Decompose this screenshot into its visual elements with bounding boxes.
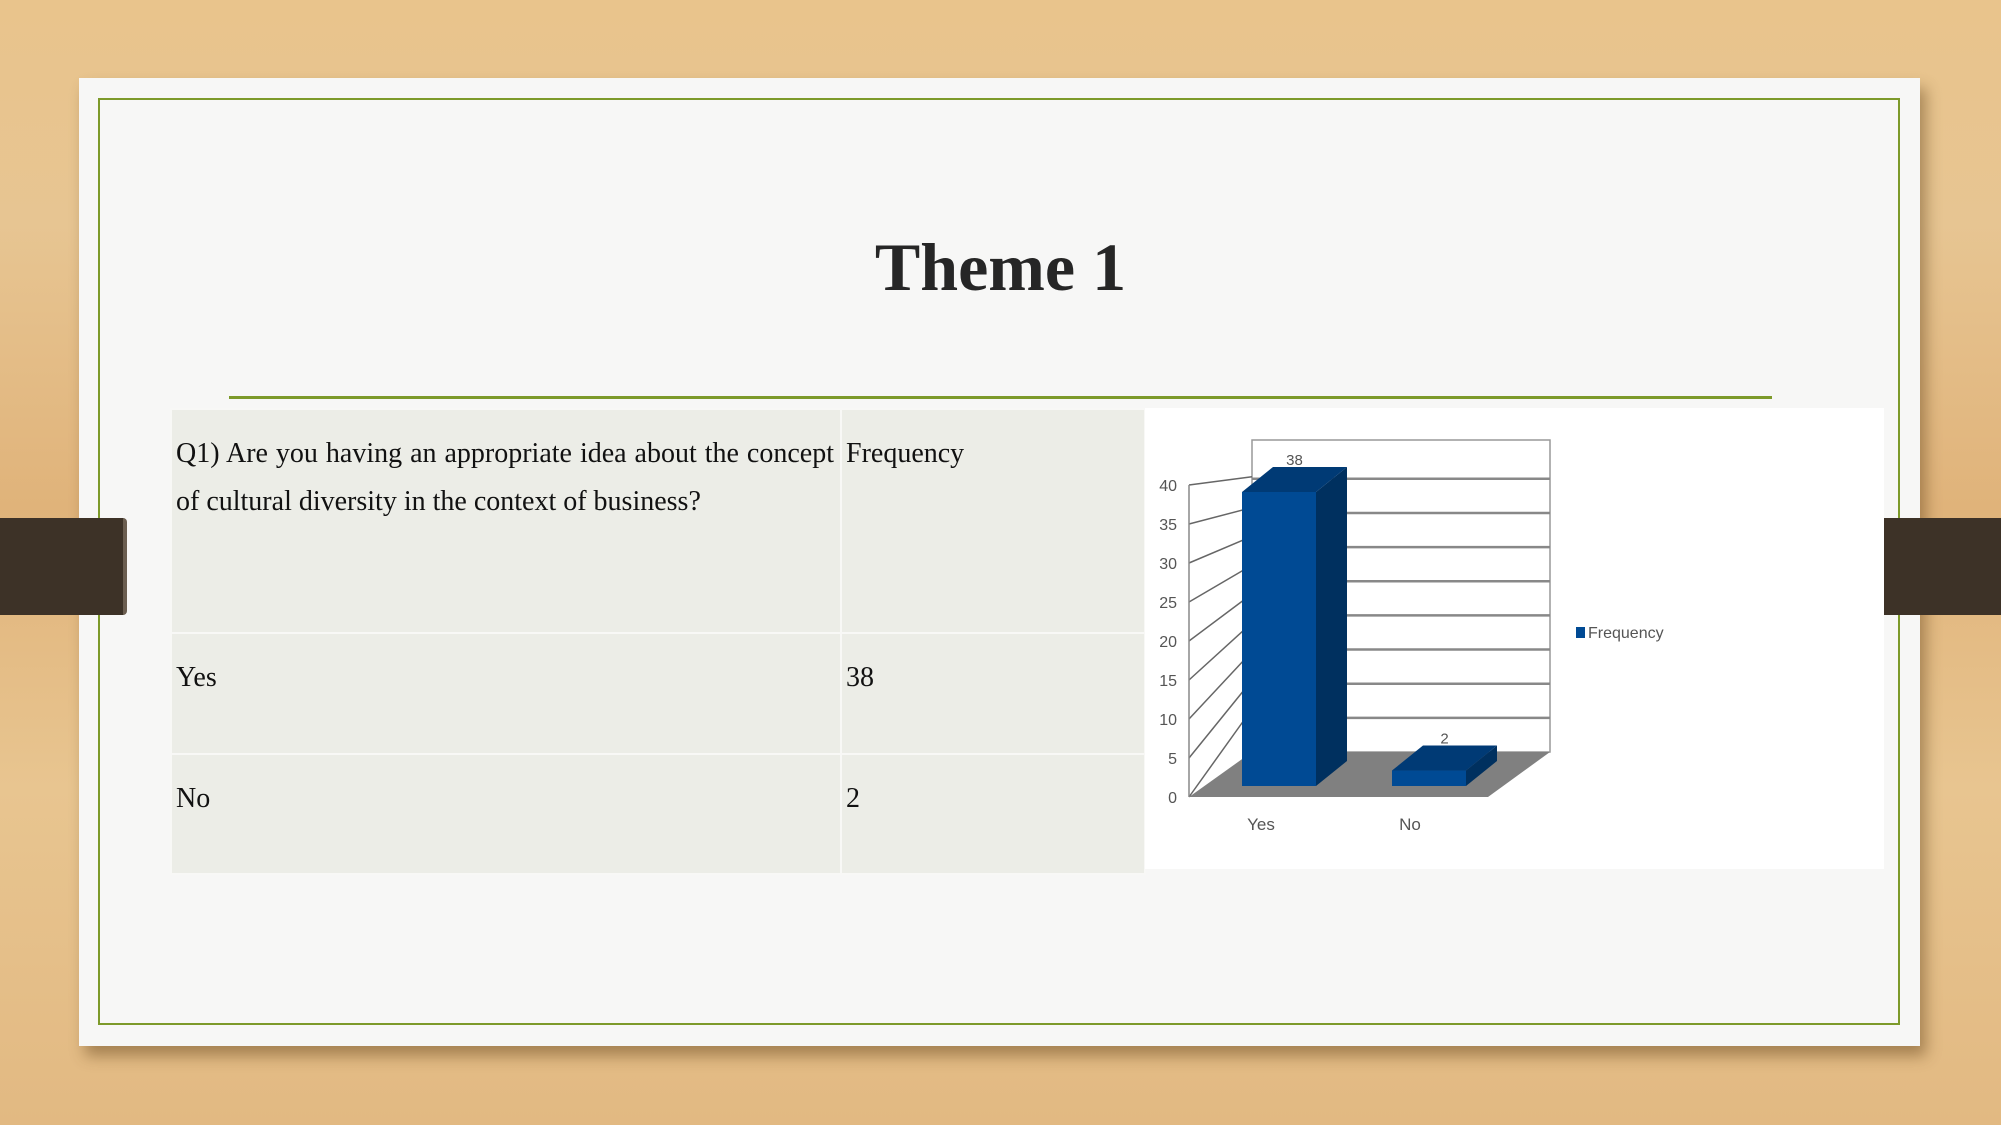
title-divider (229, 396, 1772, 399)
data-label: 2 (1440, 731, 1448, 748)
bar-side (1316, 467, 1347, 786)
y-tick-label: 30 (1159, 556, 1177, 573)
y-tick-label: 15 (1159, 673, 1177, 690)
side-wall-gridline (1188, 476, 1253, 486)
y-tick-label: 40 (1159, 478, 1177, 495)
count-cell: 2 (840, 753, 1146, 875)
y-tick-label: 0 (1168, 790, 1177, 807)
question-cell: Q1) Are you having an appropriate idea a… (170, 408, 842, 634)
data-label: 38 (1286, 452, 1303, 469)
answer-cell: No (170, 753, 842, 875)
y-tick-label: 25 (1159, 595, 1177, 612)
y-tick-label: 35 (1159, 517, 1177, 534)
table-header-row: Q1) Are you having an appropriate idea a… (170, 408, 1146, 634)
legend-swatch (1576, 627, 1585, 638)
x-tick-label: Yes (1247, 815, 1275, 834)
table-row: Yes 38 (170, 632, 1146, 755)
frequency-header-cell: Frequency (840, 408, 1146, 634)
x-tick-label: No (1399, 815, 1421, 834)
slide-title: Theme 1 (874, 229, 1127, 305)
legend-label: Frequency (1588, 625, 1664, 642)
bar (1392, 770, 1466, 786)
y-tick-label: 10 (1159, 712, 1177, 729)
frequency-table: Q1) Are you having an appropriate idea a… (170, 408, 1146, 875)
chart-svg: 0 5 10 15 20 25 30 35 40 38 Yes 2 No Frequency (1159, 439, 1664, 834)
answer-cell: Yes (170, 632, 842, 755)
y-tick-label: 20 (1159, 634, 1177, 651)
right-tab-decoration (1884, 518, 2001, 615)
y-tick-label: 5 (1168, 751, 1177, 768)
bar-chart: 0 5 10 15 20 25 30 35 40 38 Yes 2 No Frequency (1145, 408, 1884, 869)
left-tab-decoration (0, 518, 127, 615)
table-row: No 2 (170, 753, 1146, 875)
count-cell: 38 (840, 632, 1146, 755)
bar (1242, 492, 1316, 786)
